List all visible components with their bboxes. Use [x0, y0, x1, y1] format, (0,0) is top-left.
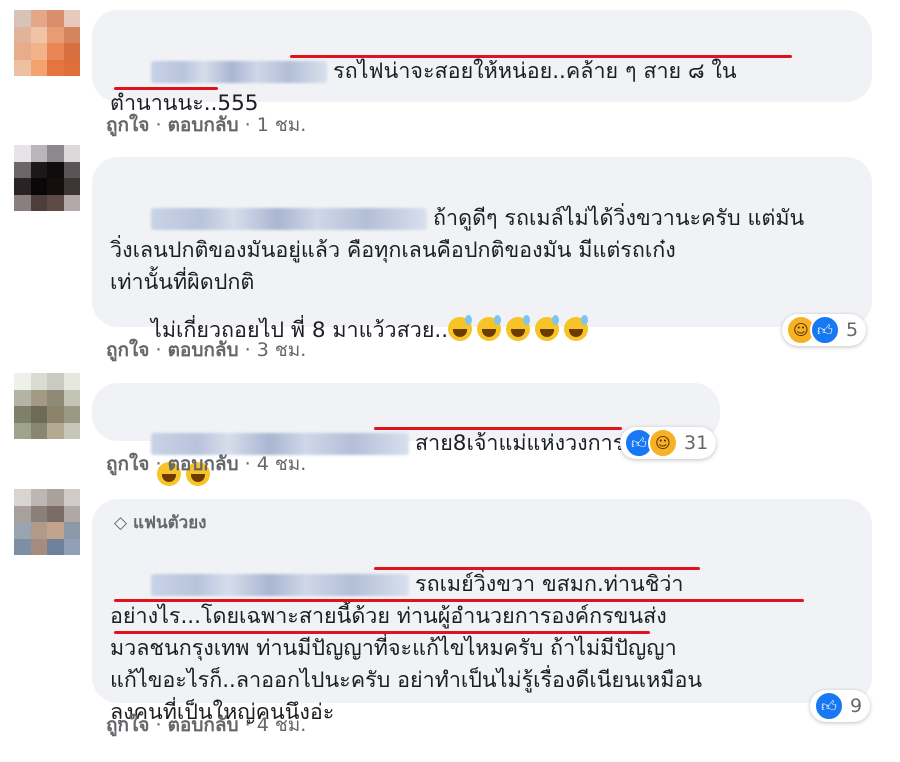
avatar[interactable] [14, 10, 80, 76]
grin-sweat-emoji [506, 315, 531, 341]
author-name[interactable] [151, 574, 410, 596]
like-reaction-icon: 👍︎ [810, 315, 840, 345]
like-link[interactable]: ถูกใจ [106, 339, 149, 361]
like-link[interactable]: ถูกใจ [106, 714, 149, 736]
comment-body: สาย8เจ้าแม่แห่งวงการ [415, 431, 625, 456]
diamond-icon: ◇ [114, 513, 128, 533]
avatar[interactable] [14, 373, 80, 439]
red-underline [374, 567, 700, 570]
reply-link[interactable]: ตอบกลับ [168, 339, 239, 361]
author-name[interactable] [151, 61, 328, 83]
separator: · [155, 114, 162, 136]
red-underline [374, 427, 622, 430]
reactions-summary[interactable]: 👍︎ ☺ 31 [620, 427, 717, 459]
separator: · [244, 714, 251, 736]
like-link[interactable]: ถูกใจ [106, 453, 149, 475]
grin-sweat-emoji [477, 315, 502, 341]
reply-link[interactable]: ตอบกลับ [168, 714, 239, 736]
red-underline [114, 87, 218, 90]
red-underline [114, 599, 804, 602]
avatar[interactable] [14, 145, 80, 211]
comment-bubble: ถ้าดูดีๆ รถเมล์ไม่ได้วิ่งขวานะครับ แต่มั… [92, 157, 872, 343]
reply-link[interactable]: ตอบกลับ [168, 114, 239, 136]
comment-actions: ถูกใจ · ตอบกลับ · 4 ชม. [106, 710, 306, 740]
reaction-count: 5 [846, 319, 859, 341]
red-underline [114, 631, 650, 634]
comment-actions: ถูกใจ · ตอบกลับ · 1 ชม. [106, 110, 306, 140]
comment-actions: ถูกใจ · ตอบกลับ · 4 ชม. [106, 449, 306, 479]
like-link[interactable]: ถูกใจ [106, 114, 149, 136]
grin-sweat-emoji [535, 315, 560, 341]
reaction-count: 9 [850, 695, 863, 717]
separator: · [244, 114, 251, 136]
like-reaction-icon: 👍︎ [814, 691, 844, 721]
badge-label: แฟนตัวยง [133, 513, 207, 533]
separator: · [244, 453, 251, 475]
author-name[interactable] [151, 208, 428, 230]
comment-bubble: รถไฟน่าจะสอยให้หน่อย..คล้าย ๆ สาย ๘ ใน ต… [92, 10, 872, 116]
timestamp[interactable]: 3 ชม. [257, 339, 307, 361]
timestamp[interactable]: 4 ชม. [257, 453, 307, 475]
separator: · [244, 339, 251, 361]
comment-actions: ถูกใจ · ตอบกลับ · 3 ชม. [106, 335, 306, 365]
reply-link[interactable]: ตอบกลับ [168, 453, 239, 475]
separator: · [155, 453, 162, 475]
reactions-summary[interactable]: ☺ 👍︎ 5 [782, 314, 867, 346]
timestamp[interactable]: 4 ชม. [257, 714, 307, 736]
grin-sweat-emoji [564, 315, 589, 341]
avatar[interactable] [14, 489, 80, 555]
timestamp[interactable]: 1 ชม. [257, 114, 307, 136]
separator: · [155, 339, 162, 361]
top-fan-badge: ◇ แฟนตัวยง [114, 509, 206, 536]
reactions-summary[interactable]: 👍︎ 9 [810, 690, 871, 722]
reaction-count: 31 [684, 432, 709, 454]
red-underline [290, 55, 792, 58]
grin-sweat-emoji [448, 315, 473, 341]
separator: · [155, 714, 162, 736]
haha-reaction-icon: ☺ [648, 428, 678, 458]
comment-bubble: ◇ แฟนตัวยง รถเมย์วิ่งขวา ขสมก.ท่านชิว่า … [92, 499, 872, 725]
